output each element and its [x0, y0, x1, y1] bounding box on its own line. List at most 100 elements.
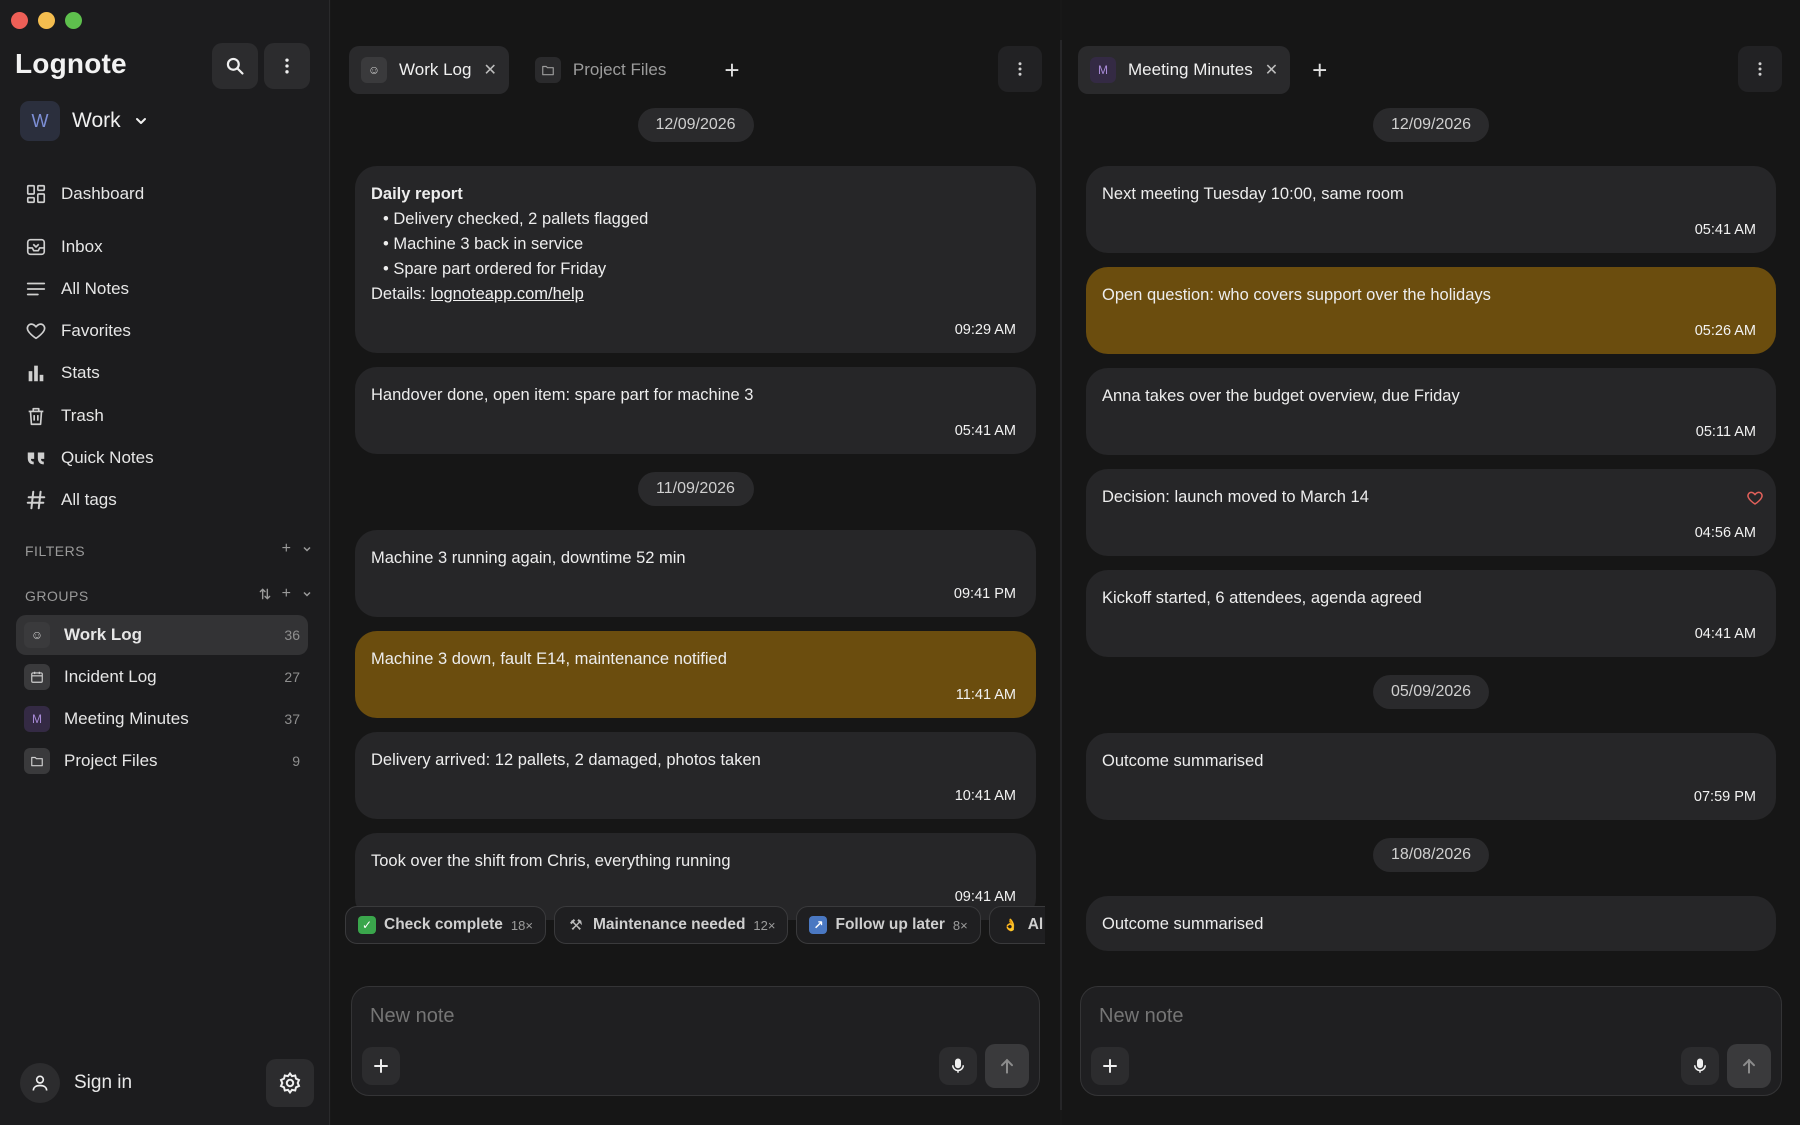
add-tab-button[interactable]: + — [716, 55, 747, 86]
note-item[interactable]: Handover done, open item: spare part for… — [355, 367, 1036, 454]
nav-item-trash[interactable]: Trash — [25, 405, 315, 427]
note-bullet: • Machine 3 back in service — [383, 235, 584, 253]
note-link[interactable]: lognoteapp.com/help — [431, 285, 584, 303]
note-item-highlighted[interactable]: Machine 3 down, fault E14, maintenance n… — [355, 631, 1036, 718]
nav-item-inbox[interactable]: Inbox — [25, 236, 315, 258]
group-count: 36 — [284, 627, 300, 643]
folder-icon — [24, 748, 50, 774]
user-icon — [20, 1063, 60, 1103]
group-name: Work Log — [64, 625, 143, 644]
nav-label: Inbox — [61, 237, 103, 256]
note-text: Outcome summarised — [1102, 752, 1264, 770]
minimize-window-button[interactable] — [38, 12, 55, 29]
filters-tools: + — [282, 540, 313, 558]
pane-menu-button[interactable] — [998, 46, 1042, 92]
settings-button[interactable] — [266, 1059, 314, 1107]
send-button[interactable] — [985, 1044, 1029, 1088]
nav-item-stats[interactable]: Stats — [25, 362, 315, 384]
note-text: Machine 3 running again, downtime 52 min — [371, 549, 686, 567]
note-item[interactable]: Machine 3 running again, downtime 52 min… — [355, 530, 1036, 617]
note-item[interactable]: Kickoff started, 6 attendees, agenda agr… — [1086, 570, 1776, 657]
note-item[interactable]: Next meeting Tuesday 10:00, same room 05… — [1086, 166, 1776, 253]
search-icon — [226, 57, 244, 75]
voice-input-button[interactable] — [1681, 1047, 1719, 1085]
emoji-icon: ☺ — [361, 57, 387, 83]
chevron-down-icon[interactable] — [301, 543, 313, 555]
sign-in-button[interactable]: Sign in — [20, 1063, 132, 1103]
more-vertical-icon — [285, 58, 289, 74]
nav-item-all-tags[interactable]: All tags — [25, 489, 315, 511]
new-note-input[interactable] — [1099, 1005, 1659, 1028]
folder-icon — [534, 57, 561, 83]
note-item[interactable]: Anna takes over the budget overview, due… — [1086, 368, 1776, 455]
sidebar-menu-button[interactable] — [264, 43, 310, 89]
search-button[interactable] — [212, 43, 258, 89]
note-item[interactable]: Outcome summarised 07:59 PM — [1086, 733, 1776, 820]
note-time: 04:56 AM — [1694, 525, 1756, 541]
dashboard-icon — [26, 184, 46, 204]
note-daily-report[interactable]: Daily report • Delivery checked, 2 palle… — [355, 166, 1036, 353]
nav-item-all-notes[interactable]: All Notes — [25, 278, 315, 300]
sort-icon[interactable] — [258, 587, 272, 601]
group-item-meeting-minutes[interactable]: M Meeting Minutes 37 — [16, 699, 308, 739]
more-vertical-icon — [1018, 62, 1022, 76]
date-separator: 11/09/2026 — [637, 472, 754, 506]
tab-project-files[interactable]: Project Files — [523, 46, 679, 94]
note-item[interactable]: Delivery arrived: 12 pallets, 2 damaged,… — [355, 732, 1036, 819]
close-window-button[interactable] — [11, 12, 28, 29]
group-item-incident-log[interactable]: Incident Log 27 — [16, 657, 308, 697]
new-note-input[interactable] — [370, 1005, 920, 1028]
send-button[interactable] — [1727, 1044, 1771, 1088]
close-icon[interactable]: ✕ — [483, 60, 496, 80]
right-composer — [1080, 986, 1782, 1096]
chip-label: Check complete — [384, 916, 503, 933]
tab-label: Work Log — [399, 60, 472, 79]
add-group-button[interactable]: + — [282, 585, 291, 603]
add-filter-button[interactable]: + — [282, 540, 291, 558]
close-icon[interactable]: ✕ — [1265, 60, 1278, 80]
left-note-feed: 12/09/2026 Daily report • Delivery check… — [355, 108, 1036, 920]
note-item-favorite[interactable]: Decision: launch moved to March 14 04:56… — [1086, 469, 1776, 556]
arrow-up-icon — [1743, 1058, 1755, 1074]
note-text: Anna takes over the budget overview, due… — [1102, 387, 1460, 405]
note-text: Next meeting Tuesday 10:00, same room — [1102, 185, 1404, 203]
tab-label: Project Files — [572, 60, 667, 79]
group-item-project-files[interactable]: Project Files 9 — [16, 741, 308, 781]
note-item-highlighted[interactable]: Open question: who covers support over t… — [1086, 267, 1776, 354]
workspace-switcher[interactable]: W Work — [20, 101, 149, 141]
chip-count: 12× — [753, 917, 776, 933]
tab-work-log[interactable]: ☺ Work Log ✕ — [349, 46, 509, 94]
nav-item-favorites[interactable]: Favorites — [25, 320, 315, 342]
note-item[interactable]: Outcome summarised — [1086, 896, 1776, 951]
nav-item-quick-notes[interactable]: Quick Notes — [25, 447, 315, 469]
chip-follow-up-later[interactable]: ↗ Follow up later 8× — [796, 906, 981, 944]
plus-icon — [1103, 1059, 1117, 1073]
nav-item-dashboard[interactable]: Dashboard — [25, 183, 315, 205]
quick-note-chips: ✓ Check complete 18× ⚒ Maintenance neede… — [345, 906, 1045, 946]
chevron-down-icon[interactable] — [301, 588, 313, 600]
chip-maintenance-needed[interactable]: ⚒ Maintenance needed 12× — [553, 906, 789, 944]
add-attachment-button[interactable] — [362, 1047, 400, 1085]
add-tab-button[interactable]: + — [1304, 55, 1335, 86]
group-item-work-log[interactable]: ☺ Work Log 36 — [16, 615, 308, 655]
note-text: Decision: launch moved to March 14 — [1102, 488, 1369, 506]
nav-label: Trash — [61, 406, 104, 425]
note-bullets: • Delivery checked, 2 pallets flagged • … — [371, 207, 1016, 282]
note-bullet: • Delivery checked, 2 pallets flagged — [383, 210, 649, 228]
chip-check-complete[interactable]: ✓ Check complete 18× — [345, 906, 546, 944]
groups-heading: GROUPS — [25, 588, 89, 604]
group-name: Incident Log — [64, 667, 157, 686]
hash-icon — [26, 490, 46, 510]
maximize-window-button[interactable] — [65, 12, 82, 29]
letter-m-icon: M — [1090, 57, 1116, 83]
tab-meeting-minutes[interactable]: M Meeting Minutes ✕ — [1078, 46, 1291, 94]
favorite-heart-icon[interactable] — [1746, 489, 1764, 507]
note-text: Took over the shift from Chris, everythi… — [371, 852, 731, 870]
add-attachment-button[interactable] — [1091, 1047, 1129, 1085]
voice-input-button[interactable] — [939, 1047, 977, 1085]
chip-all-good[interactable]: 👌 Al — [988, 906, 1045, 944]
note-text: Delivery arrived: 12 pallets, 2 damaged,… — [371, 751, 761, 769]
date-separator: 12/09/2026 — [1373, 108, 1489, 142]
pane-menu-button[interactable] — [1738, 46, 1782, 92]
hammer-icon: ⚒ — [569, 917, 583, 934]
